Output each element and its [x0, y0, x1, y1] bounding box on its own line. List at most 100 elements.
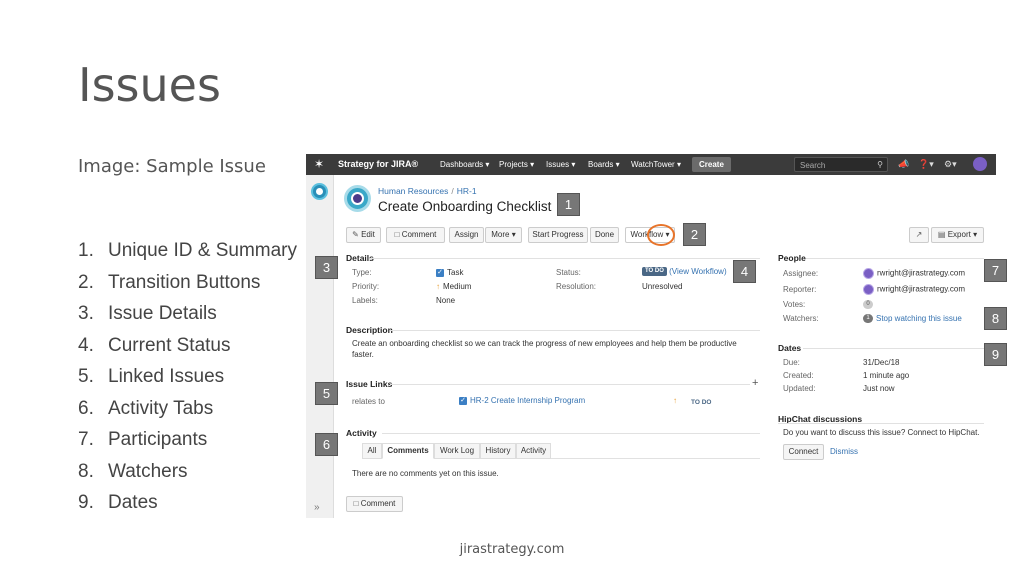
strategy-logo-icon[interactable]: ✶ [314, 158, 324, 170]
updated-label: Updated: [783, 384, 816, 393]
medium-priority-icon: ↑ [673, 396, 677, 405]
slide-title: Issues [78, 58, 221, 112]
expand-sidebar-icon[interactable]: » [314, 502, 320, 513]
list-number: 9. [78, 492, 94, 513]
list-number: 4. [78, 334, 94, 356]
tab-all[interactable]: All [362, 443, 382, 459]
callout-4: 4 [733, 260, 756, 283]
linked-issue[interactable]: ✓ HR-2 Create Internship Program [459, 396, 585, 405]
connect-button[interactable]: Connect [783, 444, 824, 460]
gear-icon[interactable]: ⚙▾ [944, 154, 957, 175]
status-value: TO DO (View Workflow) [642, 267, 727, 277]
view-workflow-link[interactable]: (View Workflow) [669, 267, 727, 276]
add-link-icon[interactable]: + [752, 377, 758, 389]
stop-watching-link[interactable]: Stop watching this issue [876, 314, 962, 323]
list-item: 6. Activity Tabs [78, 396, 297, 428]
nav-projects-menu[interactable]: Projects ▾ [499, 154, 534, 175]
assignee-value[interactable]: rwright@jirastrategy.com [863, 268, 965, 279]
dismiss-link[interactable]: Dismiss [830, 447, 858, 456]
watchers-count-badge[interactable]: 1 [863, 314, 873, 324]
start-progress-button[interactable]: Start Progress [528, 227, 588, 243]
dates-heading: Dates [778, 343, 802, 353]
slide-subtitle: Image: Sample Issue [78, 156, 266, 177]
callout-6: 6 [315, 433, 338, 456]
tab-comments[interactable]: Comments [382, 443, 434, 459]
nav-boards-menu[interactable]: Boards ▾ [588, 154, 620, 175]
more-button[interactable]: More ▾ [485, 227, 522, 243]
list-item: 9. Dates [78, 490, 297, 522]
callout-5: 5 [315, 382, 338, 405]
no-comments-message: There are no comments yet on this issue. [352, 469, 499, 478]
reporter-value[interactable]: rwright@jirastrategy.com [863, 284, 965, 295]
list-text: Activity Tabs [108, 397, 214, 419]
add-comment-button[interactable]: □ Comment [346, 496, 403, 512]
assignee-avatar [863, 268, 874, 279]
issue-summary[interactable]: Create Onboarding Checklist [378, 199, 551, 214]
breadcrumb-issue-key[interactable]: HR-1 [457, 186, 477, 196]
export-label: Export ▾ [947, 230, 978, 239]
callout-9: 9 [984, 343, 1007, 366]
resolution-value: Unresolved [642, 282, 683, 291]
task-type-icon: ✓ [459, 396, 467, 405]
activity-heading: Activity [346, 428, 377, 438]
description-text-line-1[interactable]: Create an onboarding checklist so we can… [352, 339, 737, 348]
list-number: 1. [78, 240, 94, 261]
breadcrumb-separator: / [451, 186, 454, 196]
due-label: Due: [783, 358, 800, 367]
hipchat-prompt: Do you want to discuss this issue? Conne… [783, 428, 980, 437]
updated-value: Just now [863, 384, 895, 393]
comment-button[interactable]: □ Comment [386, 227, 445, 243]
help-icon[interactable]: ❓▾ [918, 154, 934, 175]
people-heading: People [778, 253, 806, 263]
breadcrumb: Human Resources / HR-1 [378, 186, 477, 196]
list-item: 5. Linked Issues [78, 364, 297, 396]
task-type-icon: ✓ [436, 268, 444, 277]
edit-button[interactable]: ✎ Edit [346, 227, 381, 243]
feature-list: 1. Unique ID & Summary 2. Transition Butto… [78, 238, 297, 522]
section-divider [778, 423, 984, 424]
breadcrumb-project[interactable]: Human Resources [378, 186, 448, 196]
list-text: Watchers [108, 460, 188, 482]
nav-dashboards-menu[interactable]: Dashboards ▾ [440, 154, 489, 175]
megaphone-icon[interactable]: 📣 [898, 154, 909, 175]
type-value: ✓ Task [436, 268, 463, 277]
list-text: Issue Details [108, 303, 217, 324]
callout-3: 3 [315, 256, 338, 279]
votes-count-badge: 0 [863, 300, 873, 310]
share-button[interactable]: ↗ [909, 227, 929, 243]
list-item: 1. Unique ID & Summary [78, 238, 297, 270]
done-button[interactable]: Done [590, 227, 619, 243]
list-number: 3. [78, 303, 94, 324]
list-item: 4. Current Status [78, 333, 297, 365]
export-button[interactable]: ▤ Export ▾ [931, 227, 984, 243]
app-brand[interactable]: Strategy for JIRA® [338, 154, 418, 175]
linked-issue-title[interactable]: Create Internship Program [491, 396, 585, 405]
votes-value[interactable]: 0 [863, 300, 876, 310]
list-text: Current Status [108, 334, 231, 356]
assign-button[interactable]: Assign [449, 227, 484, 243]
section-divider [370, 258, 760, 259]
list-number: 6. [78, 397, 94, 419]
create-button[interactable]: Create [692, 157, 731, 172]
section-divider [382, 433, 760, 434]
jira-issue-screenshot: ✶ Strategy for JIRA® Dashboards ▾ Projec… [306, 154, 996, 518]
reporter-email: rwright@jirastrategy.com [877, 284, 965, 294]
speech-bubble-icon: □ [394, 230, 400, 239]
description-text-line-2[interactable]: faster. [352, 350, 374, 359]
user-avatar[interactable] [973, 157, 987, 171]
tab-work-log[interactable]: Work Log [434, 443, 480, 459]
labels-value: None [436, 296, 456, 305]
project-avatar-icon[interactable] [311, 183, 328, 200]
search-input[interactable]: Search ⚲ [794, 157, 888, 172]
reporter-avatar [863, 284, 874, 295]
nav-watchtower-menu[interactable]: WatchTower ▾ [631, 154, 681, 175]
section-divider [390, 384, 750, 385]
type-label: Type: [352, 268, 372, 277]
list-text: Participants [108, 429, 208, 450]
tab-activity[interactable]: Activity [516, 443, 551, 459]
linked-issue-key[interactable]: HR-2 [470, 396, 489, 405]
tab-history[interactable]: History [480, 443, 516, 459]
created-label: Created: [783, 371, 814, 380]
issue-links-heading: Issue Links [346, 379, 393, 389]
nav-issues-menu[interactable]: Issues ▾ [546, 154, 575, 175]
